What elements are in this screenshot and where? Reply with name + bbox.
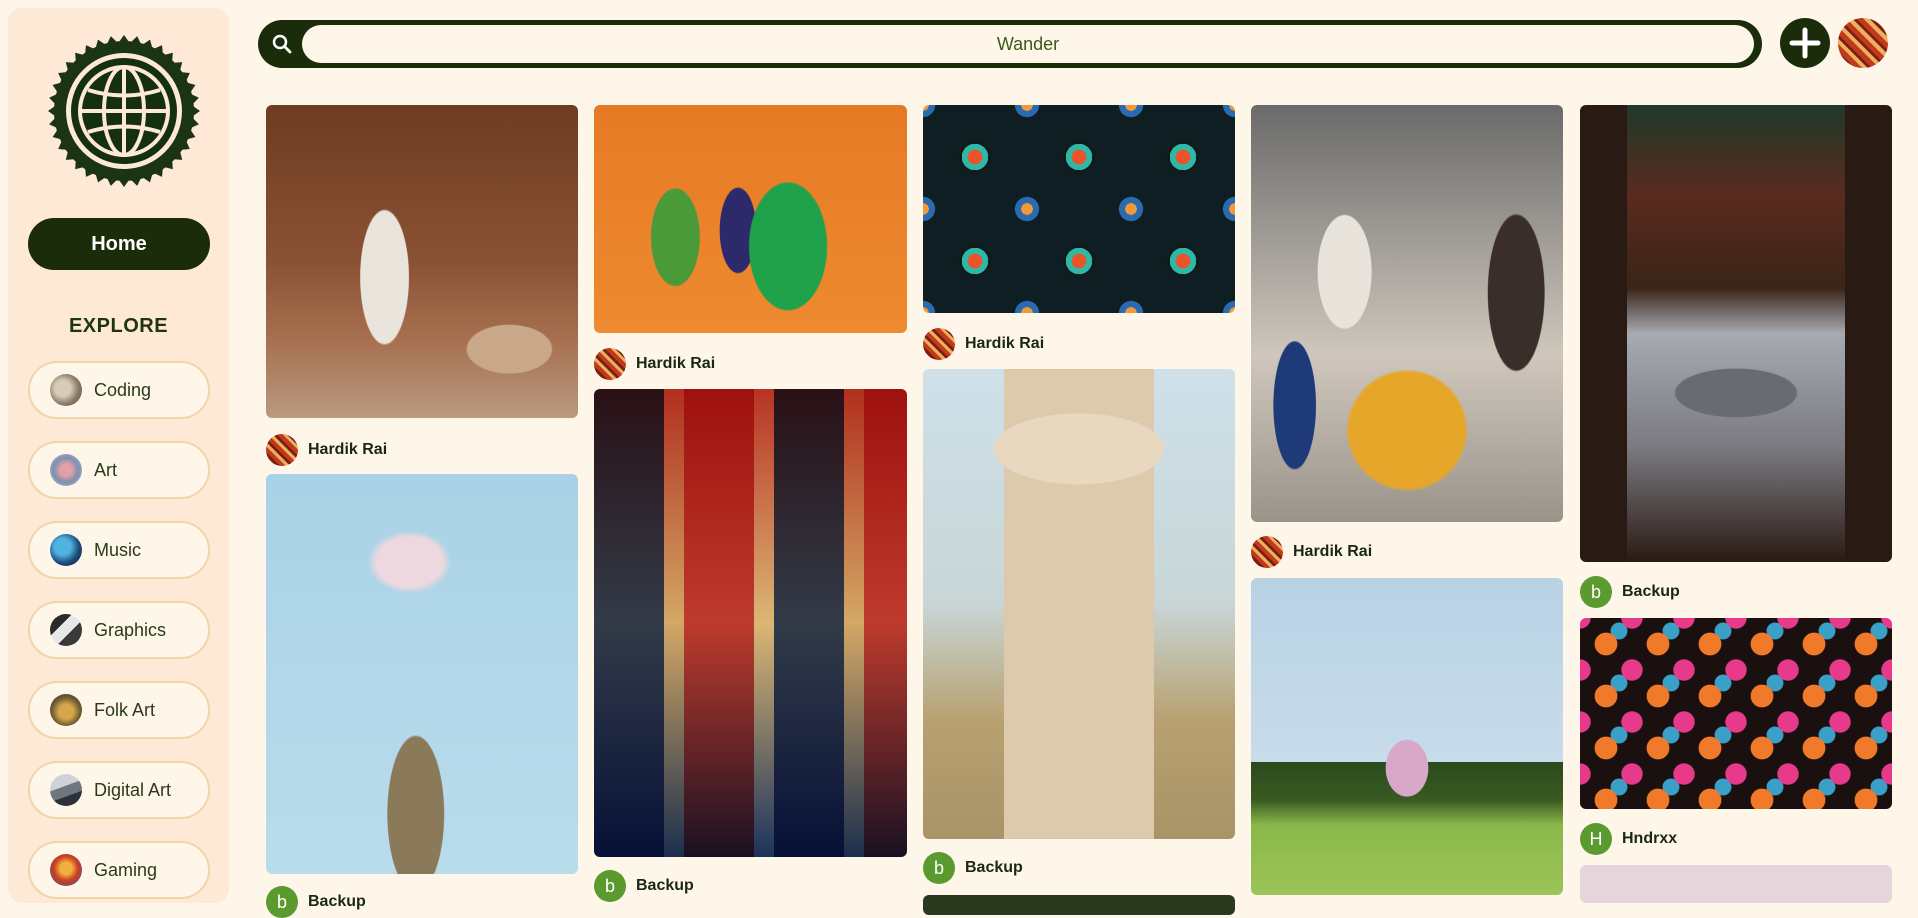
pin-author[interactable]: Hardik Rai <box>923 328 1044 360</box>
category-coding[interactable]: Coding <box>28 361 210 419</box>
category-graphics[interactable]: Graphics <box>28 601 210 659</box>
category-art[interactable]: Art <box>28 441 210 499</box>
category-gaming[interactable]: Gaming <box>28 841 210 899</box>
pin-image-family-room[interactable] <box>266 105 578 418</box>
pin-image-ceramic-vases[interactable] <box>1251 105 1563 522</box>
pin-author[interactable]: Hardik Rai <box>266 434 387 466</box>
gaming-thumbnail <box>50 854 82 886</box>
category-label: Art <box>94 459 118 480</box>
author-avatar: H <box>1580 823 1612 855</box>
author-avatar: b <box>923 852 955 884</box>
author-name: Backup <box>308 893 366 910</box>
pin-image-ionic-column[interactable] <box>923 369 1235 839</box>
sidebar: Home EXPLORE Coding Art Music Graphics F… <box>8 8 229 903</box>
coding-thumbnail <box>50 374 82 406</box>
pin-author[interactable]: Hardik Rai <box>594 348 715 380</box>
pin-image-lanterns[interactable] <box>1580 618 1892 809</box>
pin-author[interactable]: H Hndrxx <box>1580 823 1677 855</box>
pin-image-italian-posters[interactable] <box>594 389 907 857</box>
digital-art-thumbnail <box>50 774 82 806</box>
author-avatar: b <box>1580 576 1612 608</box>
profile-avatar[interactable] <box>1838 18 1888 68</box>
pin-image-leaves[interactable] <box>923 895 1235 915</box>
category-label: Folk Art <box>94 699 156 720</box>
category-label: Coding <box>94 379 152 400</box>
author-name: Backup <box>1622 583 1680 600</box>
author-name: Hardik Rai <box>1293 543 1373 560</box>
author-name: Hardik Rai <box>965 335 1045 352</box>
pin-author[interactable]: Hardik Rai <box>1251 536 1372 568</box>
category-music[interactable]: Music <box>28 521 210 579</box>
pin-image-anime-group[interactable] <box>594 105 907 333</box>
pin-image-mandala-pattern[interactable] <box>923 105 1235 313</box>
search-icon[interactable] <box>270 32 294 56</box>
author-avatar <box>923 328 955 360</box>
author-avatar: b <box>594 870 626 902</box>
explore-heading: EXPLORE <box>68 315 169 337</box>
pin-author[interactable]: b Backup <box>1580 576 1680 608</box>
pin-author[interactable]: b Backup <box>266 886 366 918</box>
author-avatar <box>266 434 298 466</box>
author-name: Hndrxx <box>1622 830 1678 847</box>
art-thumbnail <box>50 454 82 486</box>
category-label: Gaming <box>94 859 158 880</box>
author-name: Backup <box>965 859 1023 876</box>
category-label: Graphics <box>94 619 167 640</box>
pin-image-pink-mansion[interactable] <box>1251 578 1563 895</box>
add-button[interactable] <box>1780 18 1830 68</box>
folk-art-thumbnail <box>50 694 82 726</box>
author-avatar <box>1251 536 1283 568</box>
pin-image-sky-house[interactable] <box>266 474 578 874</box>
graphics-thumbnail <box>50 614 82 646</box>
home-button[interactable]: Home <box>28 218 210 270</box>
category-folk-art[interactable]: Folk Art <box>28 681 210 739</box>
category-label: Digital Art <box>94 779 172 800</box>
category-label: Music <box>94 539 142 560</box>
author-name: Backup <box>636 877 694 894</box>
plus-icon <box>1789 27 1821 59</box>
pin-image-code-screenshot[interactable] <box>1580 865 1892 903</box>
music-thumbnail <box>50 534 82 566</box>
pin-author[interactable]: b Backup <box>923 852 1023 884</box>
author-name: Hardik Rai <box>308 441 388 458</box>
author-avatar: b <box>266 886 298 918</box>
search-input[interactable] <box>302 25 1754 63</box>
pin-author[interactable]: b Backup <box>594 870 694 902</box>
pin-image-palace-gate[interactable] <box>1580 105 1892 562</box>
search-bar <box>258 20 1762 68</box>
author-name: Hardik Rai <box>636 355 716 372</box>
category-digital-art[interactable]: Digital Art <box>28 761 210 819</box>
globe-logo-icon[interactable] <box>48 35 200 187</box>
author-avatar <box>594 348 626 380</box>
